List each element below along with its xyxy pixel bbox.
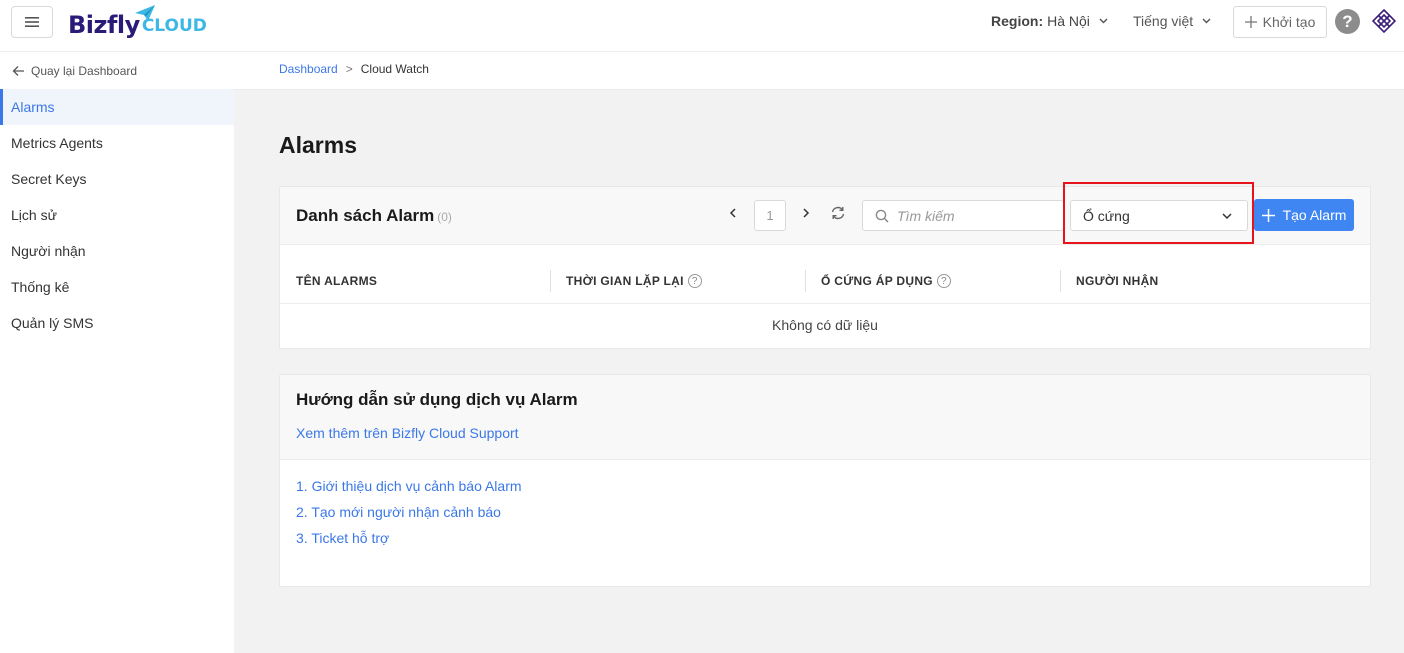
guide-link-recipient[interactable]: 2. Tạo mới người nhận cảnh báo xyxy=(296,504,501,520)
alarm-count: (0) xyxy=(437,210,452,224)
chevron-down-icon xyxy=(1099,18,1108,24)
sidebar: Quay lại Dashboard Alarms Metrics Agents… xyxy=(0,52,234,653)
guide-title: Hướng dẫn sử dụng dịch vụ Alarm xyxy=(296,390,578,409)
sidebar-item-recipients[interactable]: Người nhận xyxy=(0,233,234,269)
breadcrumb-dashboard-link[interactable]: Dashboard xyxy=(279,62,338,76)
page-title: Alarms xyxy=(279,132,357,158)
search-box[interactable] xyxy=(862,200,1064,231)
column-header-disk-label: Ổ CỨNG ÁP DỤNG xyxy=(821,274,933,288)
sidebar-item-secret-keys[interactable]: Secret Keys xyxy=(0,161,234,197)
region-label: Region: xyxy=(991,13,1044,29)
sidebar-item-statistics[interactable]: Thống kê xyxy=(0,269,234,305)
support-link[interactable]: Xem thêm trên Bizfly Cloud Support xyxy=(296,425,519,441)
guide-header: Hướng dẫn sử dụng dịch vụ Alarm Xem thêm… xyxy=(280,375,1370,460)
column-header-repeat: THỜI GIAN LẶP LẠI ? xyxy=(566,274,702,288)
question-icon[interactable]: ? xyxy=(687,274,702,288)
arrow-left-icon xyxy=(12,66,24,76)
guide-card: Hướng dẫn sử dụng dịch vụ Alarm Xem thêm… xyxy=(279,374,1371,587)
disk-filter-value: Ổ cứng xyxy=(1083,207,1130,224)
sidebar-item-metrics-agents[interactable]: Metrics Agents xyxy=(0,125,234,161)
plus-icon xyxy=(1261,208,1275,222)
guide-link-ticket[interactable]: 3. Ticket hỗ trợ xyxy=(296,530,389,546)
column-header-recipient: NGƯỜI NHẬN xyxy=(1076,274,1159,288)
logo-main-text: Bizfly xyxy=(68,11,140,39)
column-header-disk: Ổ CỨNG ÁP DỤNG ? xyxy=(821,274,951,288)
empty-state-text: Không có dữ liệu xyxy=(772,317,878,333)
column-divider xyxy=(550,270,551,292)
apps-grid-icon[interactable] xyxy=(1372,9,1396,33)
top-header: Bizfly CLOUD Region: Hà Nội Tiếng việt K… xyxy=(0,0,1404,52)
create-label: Khởi tạo xyxy=(1262,14,1316,30)
table-header: TÊN ALARMS THỜI GIAN LẶP LẠI ? Ổ CỨNG ÁP… xyxy=(280,245,1370,304)
alarm-list-card: Danh sách Alarm(0) 1 Ổ cứng T xyxy=(279,182,1371,349)
column-divider xyxy=(805,270,806,292)
chevron-left-icon[interactable] xyxy=(728,206,738,220)
column-header-recipient-label: NGƯỜI NHẬN xyxy=(1076,274,1159,288)
back-label: Quay lại Dashboard xyxy=(31,64,138,78)
region-value: Hà Nội xyxy=(1047,13,1090,29)
refresh-icon[interactable] xyxy=(830,205,846,221)
column-divider xyxy=(1060,270,1061,292)
paper-plane-icon xyxy=(135,5,155,21)
page-number[interactable]: 1 xyxy=(754,200,786,231)
guide-link-intro[interactable]: 1. Giới thiệu dịch vụ cảnh báo Alarm xyxy=(296,478,522,494)
breadcrumb-current: Cloud Watch xyxy=(360,62,429,76)
search-input[interactable] xyxy=(897,207,1057,224)
create-resource-button[interactable]: Khởi tạo xyxy=(1233,6,1327,38)
plus-icon xyxy=(1244,16,1257,28)
back-to-dashboard-link[interactable]: Quay lại Dashboard xyxy=(12,64,137,78)
language-value: Tiếng việt xyxy=(1133,13,1194,29)
alarm-list-toolbar: Danh sách Alarm(0) 1 Ổ cứng T xyxy=(280,182,1370,245)
breadcrumb-separator: > xyxy=(345,62,353,76)
disk-filter-select[interactable]: Ổ cứng xyxy=(1070,200,1248,231)
create-alarm-label: Tạo Alarm xyxy=(1282,207,1347,223)
column-header-repeat-label: THỜI GIAN LẶP LẠI xyxy=(566,274,684,288)
question-icon[interactable]: ? xyxy=(936,274,951,288)
chevron-down-icon xyxy=(1222,212,1232,219)
alarm-list-title-text: Danh sách Alarm xyxy=(296,206,435,225)
sidebar-item-alarms[interactable]: Alarms xyxy=(0,89,234,125)
chevron-right-icon[interactable] xyxy=(801,206,811,220)
help-icon[interactable]: ? xyxy=(1335,9,1360,34)
menu-button[interactable] xyxy=(11,6,53,38)
sidebar-item-history[interactable]: Lịch sử xyxy=(0,197,234,233)
create-alarm-button[interactable]: Tạo Alarm xyxy=(1254,199,1354,231)
chevron-down-icon xyxy=(1202,18,1211,24)
breadcrumb-bar: Dashboard > Cloud Watch xyxy=(234,52,1404,90)
region-selector[interactable]: Region: Hà Nội xyxy=(991,13,1112,29)
breadcrumb: Dashboard > Cloud Watch xyxy=(279,62,429,76)
language-selector[interactable]: Tiếng việt xyxy=(1133,13,1215,29)
alarm-list-title: Danh sách Alarm (0) xyxy=(296,206,452,226)
bizfly-logo[interactable]: Bizfly CLOUD xyxy=(68,4,207,44)
column-header-name: TÊN ALARMS xyxy=(296,274,377,288)
column-header-name-label: TÊN ALARMS xyxy=(296,274,378,288)
sidebar-item-sms[interactable]: Quản lý SMS xyxy=(0,305,234,341)
search-icon xyxy=(875,209,889,222)
hamburger-icon xyxy=(25,17,39,27)
main-content: Alarms Danh sách Alarm(0) 1 Ổ cứng xyxy=(234,90,1404,653)
